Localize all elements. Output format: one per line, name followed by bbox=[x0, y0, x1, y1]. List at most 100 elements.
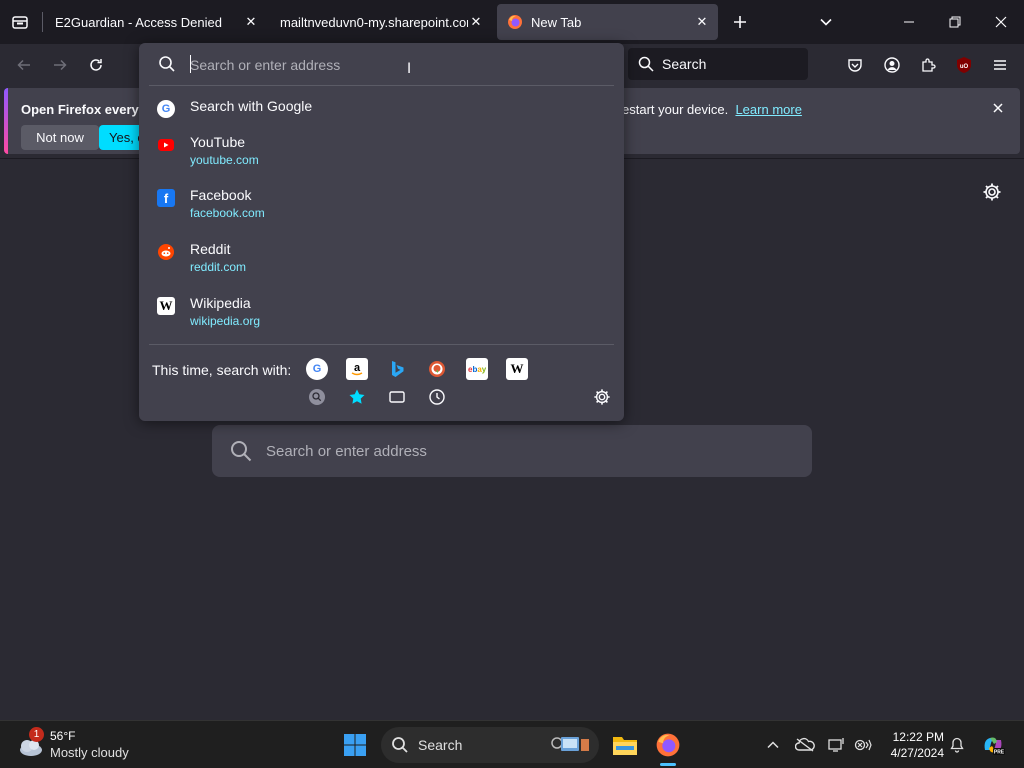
firefox-logo-icon bbox=[508, 15, 522, 29]
wikipedia-icon: W bbox=[157, 297, 175, 315]
search-icon bbox=[392, 737, 408, 753]
wikipedia-icon[interactable]: W bbox=[506, 358, 528, 380]
not-now-button[interactable]: Not now bbox=[21, 125, 99, 150]
close-tab-icon[interactable]: ✕ bbox=[243, 14, 259, 30]
close-tab-icon[interactable]: ✕ bbox=[694, 14, 710, 30]
windows-logo-icon bbox=[344, 734, 366, 756]
display-tray-button[interactable] bbox=[826, 734, 848, 756]
gear-icon bbox=[983, 183, 1001, 201]
result-url: facebook.com bbox=[190, 206, 265, 220]
firefox-view-icon bbox=[12, 16, 28, 29]
search-icon bbox=[638, 56, 654, 72]
firefox-taskbar-button[interactable] bbox=[648, 727, 688, 766]
google-icon[interactable]: G bbox=[306, 358, 328, 380]
tab-title: E2Guardian - Access Denied bbox=[55, 14, 222, 30]
show-hidden-icons-button[interactable] bbox=[762, 734, 784, 756]
forward-button[interactable] bbox=[45, 50, 75, 80]
newtab-search-box[interactable]: Search or enter address bbox=[212, 425, 812, 477]
weather-condition: Mostly cloudy bbox=[50, 745, 129, 760]
toolbar-search-box[interactable]: Search bbox=[628, 48, 808, 80]
ebay-icon[interactable]: ebay bbox=[466, 358, 488, 380]
copilot-button[interactable]: PRE bbox=[980, 734, 1006, 756]
clock-time: 12:22 PM bbox=[892, 730, 944, 744]
close-window-button[interactable] bbox=[978, 0, 1024, 44]
svg-text:PRE: PRE bbox=[994, 750, 1005, 756]
ublock-button[interactable]: uO bbox=[949, 50, 979, 80]
search-tabs-icon[interactable] bbox=[306, 386, 328, 408]
network-volume-tray-button[interactable] bbox=[852, 734, 874, 756]
network-status-icon bbox=[854, 739, 872, 751]
bookmarks-icon[interactable] bbox=[346, 386, 368, 408]
urlbar-divider bbox=[149, 85, 614, 86]
close-notification-button[interactable] bbox=[990, 100, 1006, 116]
chevron-up-icon bbox=[767, 741, 779, 749]
search-settings-button[interactable] bbox=[591, 386, 613, 408]
account-icon bbox=[884, 57, 900, 73]
weather-temperature: 56°F bbox=[50, 729, 76, 743]
reload-button[interactable] bbox=[81, 50, 111, 80]
notification-message-end: estart your device. Learn more bbox=[622, 102, 802, 117]
notifications-button[interactable] bbox=[946, 734, 968, 756]
tab-title: mailtnveduvn0-my.sharepoint.com bbox=[280, 14, 468, 30]
svg-text:ebay: ebay bbox=[468, 365, 486, 374]
result-title: Reddit bbox=[190, 241, 231, 257]
arrow-right-icon bbox=[54, 59, 67, 71]
minimize-button[interactable] bbox=[886, 0, 932, 44]
weather-widget[interactable]: 1 56°F Mostly cloudy bbox=[16, 727, 156, 763]
app-menu-button[interactable] bbox=[985, 50, 1015, 80]
svg-text:uO: uO bbox=[960, 64, 969, 70]
text-cursor-icon: I bbox=[407, 61, 412, 77]
bing-icon[interactable] bbox=[386, 358, 408, 380]
reload-icon bbox=[90, 59, 102, 71]
tab-e2guardian[interactable]: E2Guardian - Access Denied ✕ bbox=[45, 4, 267, 40]
gear-icon bbox=[594, 389, 610, 405]
file-explorer-button[interactable] bbox=[605, 727, 645, 763]
restore-button[interactable] bbox=[932, 0, 978, 44]
account-button[interactable] bbox=[877, 50, 907, 80]
tab-new-tab[interactable]: New Tab ✕ bbox=[497, 4, 718, 40]
result-facebook[interactable]: f Facebook facebook.com bbox=[147, 182, 616, 230]
onedrive-tray-button[interactable] bbox=[794, 734, 816, 756]
pocket-icon bbox=[848, 59, 862, 72]
history-icon[interactable] bbox=[426, 386, 448, 408]
firefox-view-button[interactable] bbox=[0, 0, 40, 44]
list-all-tabs-button[interactable] bbox=[812, 8, 840, 36]
system-clock[interactable]: 12:22 PM 4/27/2024 bbox=[880, 729, 944, 761]
chevron-down-icon bbox=[820, 18, 832, 26]
result-youtube[interactable]: YouTube youtube.com bbox=[147, 129, 616, 177]
tabs-icon[interactable] bbox=[386, 386, 408, 408]
taskbar-search-box[interactable]: Search bbox=[381, 727, 599, 763]
text-caret bbox=[190, 55, 191, 73]
tab-strip: E2Guardian - Access Denied ✕ mailtnveduv… bbox=[0, 0, 1024, 44]
customize-newtab-button[interactable] bbox=[982, 182, 1004, 204]
search-highlight-icon bbox=[551, 737, 589, 751]
notification-message: Open Firefox every ti bbox=[21, 102, 151, 117]
extensions-button[interactable] bbox=[913, 50, 943, 80]
learn-more-link[interactable]: Learn more bbox=[735, 102, 801, 117]
close-tab-icon[interactable]: ✕ bbox=[468, 14, 484, 30]
close-icon bbox=[995, 16, 1007, 28]
back-button[interactable] bbox=[9, 50, 39, 80]
duckduckgo-icon[interactable] bbox=[426, 358, 448, 380]
notification-badge: 1 bbox=[29, 727, 44, 742]
copilot-icon: PRE bbox=[984, 737, 1005, 756]
result-search-google[interactable]: G Search with Google bbox=[147, 93, 616, 123]
minimize-icon bbox=[904, 21, 914, 23]
notification-message-text: estart your device. bbox=[622, 102, 729, 117]
result-title: Wikipedia bbox=[190, 295, 251, 311]
active-indicator bbox=[660, 763, 676, 766]
firefox-logo-icon bbox=[656, 733, 680, 757]
pocket-button[interactable] bbox=[840, 50, 870, 80]
reddit-icon bbox=[157, 243, 175, 261]
ublock-origin-icon: uO bbox=[957, 57, 971, 73]
tab-sharepoint[interactable]: mailtnveduvn0-my.sharepoint.com ✕ bbox=[270, 4, 492, 40]
result-url: youtube.com bbox=[190, 153, 259, 167]
result-wikipedia[interactable]: W Wikipedia wikipedia.org bbox=[147, 290, 616, 338]
windows-taskbar: 1 56°F Mostly cloudy Search 12:22 PM 4/2… bbox=[0, 720, 1024, 768]
new-tab-button[interactable] bbox=[726, 8, 754, 36]
urlbar-input[interactable] bbox=[190, 55, 610, 75]
one-off-search-label: This time, search with: bbox=[152, 362, 292, 378]
start-button[interactable] bbox=[343, 733, 367, 757]
result-reddit[interactable]: Reddit reddit.com bbox=[147, 236, 616, 284]
amazon-icon[interactable]: a bbox=[346, 358, 368, 380]
